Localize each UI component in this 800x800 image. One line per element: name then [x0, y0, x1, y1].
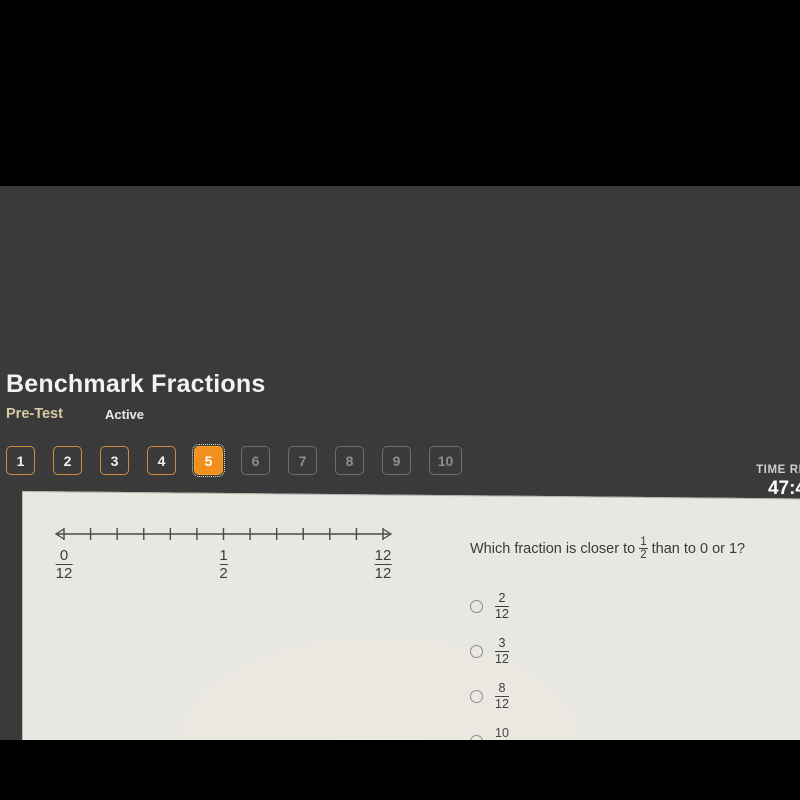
- question-prompt: Which fraction is closer to 1 2 than to …: [470, 536, 746, 562]
- answer-option-3[interactable]: 8 12: [466, 674, 509, 719]
- question-text-before: Which fraction is closer to: [470, 540, 636, 557]
- question-nav-10: 10: [429, 446, 462, 475]
- option-numerator: 2: [498, 590, 506, 605]
- question-nav-2[interactable]: 2: [53, 446, 82, 475]
- status-badge: Active: [105, 407, 145, 422]
- question-nav-label: 6: [251, 452, 260, 469]
- answer-option-4[interactable]: 1012: [466, 719, 509, 740]
- number-line-label-denominator: 12: [374, 563, 392, 582]
- time-remaining-label: TIME REMA: [756, 464, 800, 476]
- question-panel: 0 12 1 2 12 12 Which fraction is closer to 1 …: [22, 491, 800, 740]
- option-fraction: 1012: [495, 725, 509, 740]
- question-fraction: 1 2: [639, 536, 648, 562]
- question-nav-8: 8: [335, 446, 364, 475]
- option-denominator: 12: [495, 650, 509, 667]
- radio-button[interactable]: [470, 645, 483, 659]
- page-title: Benchmark Fractions: [6, 370, 266, 398]
- question-nav-label: 7: [298, 452, 307, 469]
- option-fraction: 3 12: [495, 635, 509, 667]
- question-nav-3[interactable]: 3: [100, 446, 129, 475]
- question-nav-1[interactable]: 1: [6, 446, 35, 475]
- question-nav-label: 1: [16, 452, 25, 469]
- question-nav-label: 5: [204, 452, 213, 469]
- option-denominator: 12: [495, 605, 509, 622]
- test-type-label: Pre-Test: [6, 406, 63, 422]
- question-navigation[interactable]: 1 2 3 4 5 6 7 8 9 10: [6, 444, 462, 477]
- question-nav-9: 9: [382, 446, 411, 475]
- option-fraction: 2 12: [495, 590, 509, 622]
- question-nav-6: 6: [241, 446, 270, 475]
- number-line-label-numerator: 0: [59, 547, 69, 565]
- answer-option-2[interactable]: 3 12: [466, 629, 509, 674]
- option-numerator: 10: [495, 725, 509, 740]
- number-line-label: 0 12: [55, 547, 73, 582]
- radio-button[interactable]: [470, 735, 483, 740]
- answer-options[interactable]: 2123128121012: [466, 584, 509, 740]
- question-nav-label: 8: [345, 452, 354, 469]
- question-fraction-denominator: 2: [639, 548, 648, 562]
- number-line-figure: 0 12 1 2 12 12: [31, 522, 411, 602]
- option-denominator: 12: [495, 695, 509, 712]
- number-line-label: 12 12: [374, 547, 392, 582]
- option-fraction: 8 12: [495, 680, 509, 712]
- option-numerator: 8: [498, 680, 506, 695]
- answer-option-1[interactable]: 2 12: [466, 584, 509, 629]
- laptop-screen: Benchmark Fractions Pre-Test Active 1234…: [0, 186, 800, 740]
- question-nav-7: 7: [288, 446, 317, 475]
- number-line-label-numerator: 12: [374, 547, 392, 565]
- number-line-label-numerator: 1: [219, 547, 228, 565]
- number-line-label-denominator: 2: [219, 563, 228, 582]
- question-nav-label: 3: [110, 452, 119, 469]
- radio-button[interactable]: [470, 690, 483, 704]
- question-nav-5[interactable]: 5: [192, 444, 225, 477]
- radio-button[interactable]: [470, 600, 483, 614]
- number-line-label-denominator: 12: [55, 563, 73, 582]
- number-line-label: 12: [219, 547, 228, 582]
- question-nav-label: 4: [157, 452, 166, 469]
- option-numerator: 3: [498, 635, 506, 650]
- question-nav-label: 9: [392, 452, 401, 469]
- time-remaining-value: 47:4: [767, 478, 800, 499]
- question-nav-label: 2: [63, 452, 72, 469]
- question-nav-4[interactable]: 4: [147, 446, 176, 475]
- question-text-after: than to 0 or 1?: [651, 540, 746, 557]
- time-remaining: TIME REMA 47:4: [756, 464, 800, 500]
- laptop-photo: Benchmark Fractions Pre-Test Active 1234…: [0, 0, 800, 800]
- question-nav-label: 10: [437, 452, 454, 469]
- question-fraction-numerator: 1: [640, 536, 647, 549]
- test-status-row: Pre-Test Active: [0, 406, 800, 430]
